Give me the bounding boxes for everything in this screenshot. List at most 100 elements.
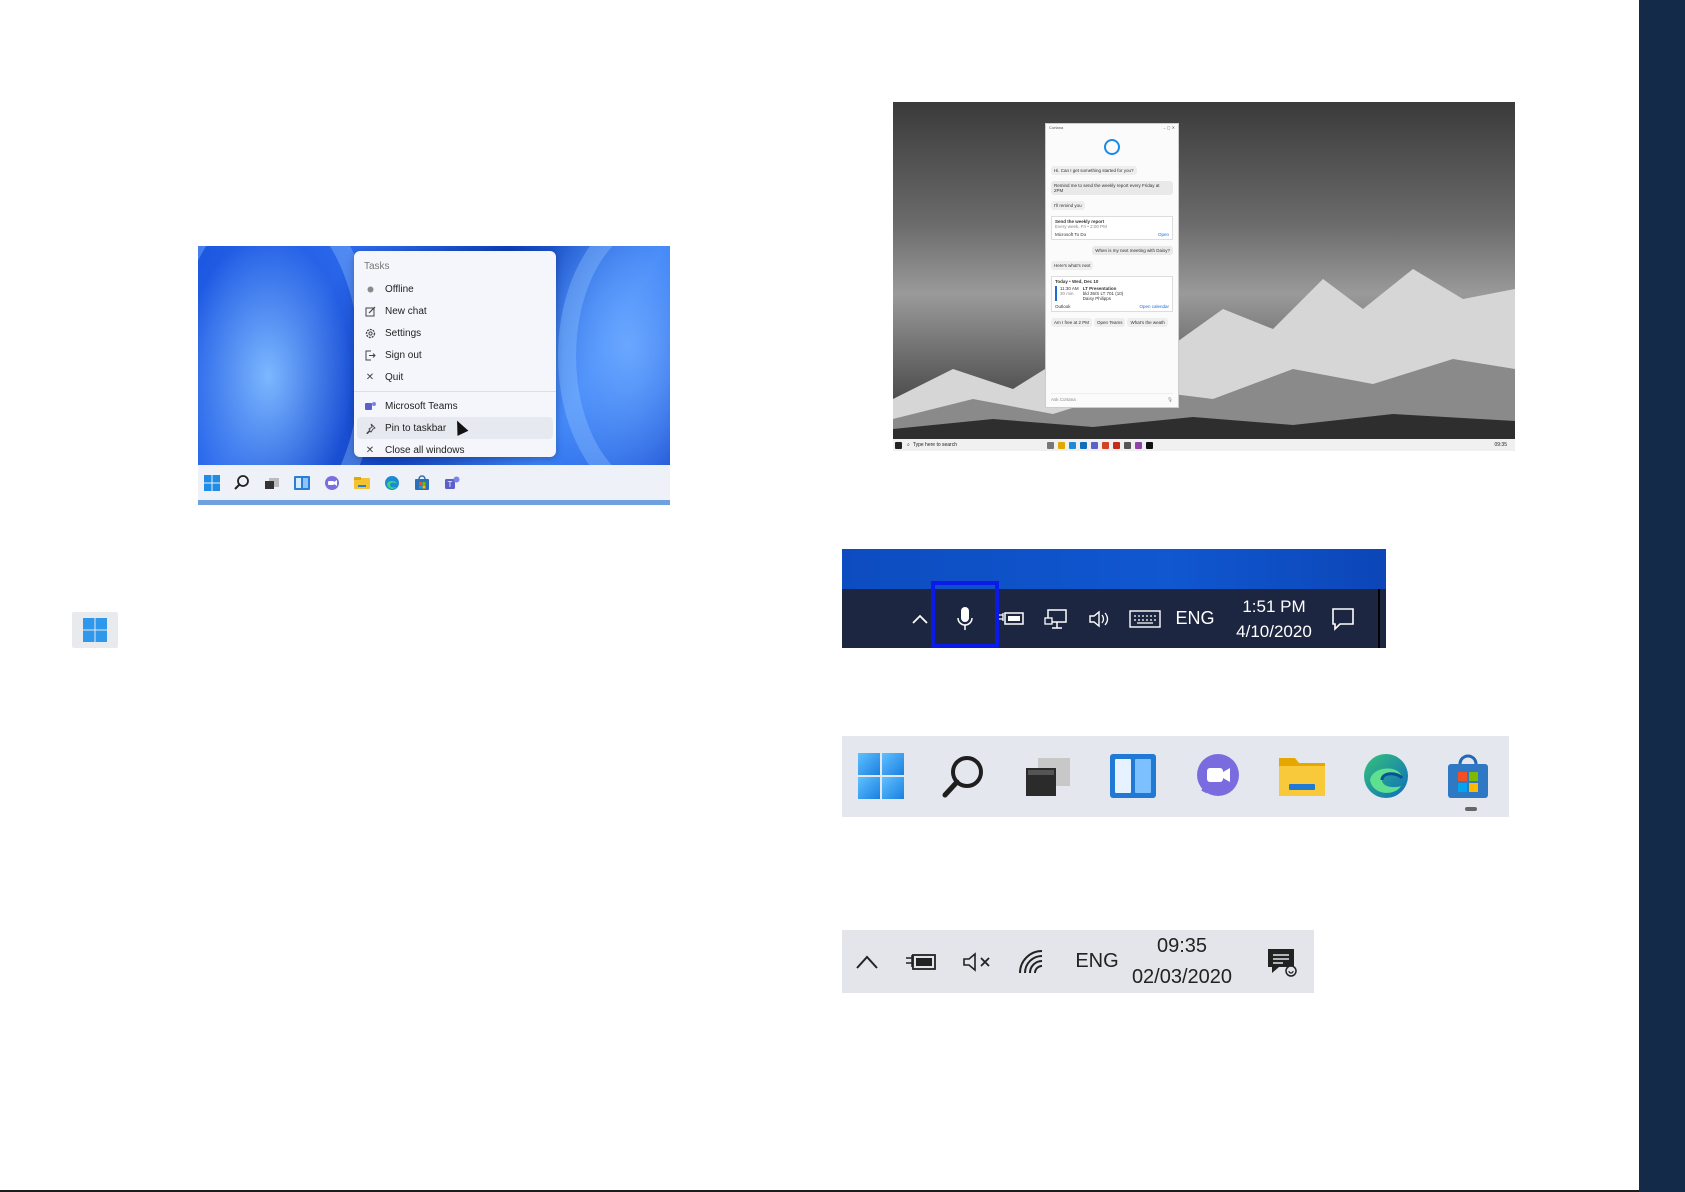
network-wired-icon[interactable] [1041, 589, 1071, 648]
volume-muted-icon[interactable] [960, 930, 996, 993]
input-language[interactable]: ENG [1070, 930, 1124, 993]
teams-icon [364, 400, 376, 412]
jump-item-quit[interactable]: ✕ Quit [354, 366, 556, 388]
action-center-icon[interactable] [1325, 589, 1361, 648]
show-hidden-icons-chevron-icon[interactable] [852, 930, 882, 993]
battery-charging-icon[interactable] [997, 589, 1027, 648]
teams-icon[interactable]: T [442, 473, 462, 493]
start-icon[interactable] [202, 473, 222, 493]
notifications-icon[interactable] [1262, 930, 1300, 993]
jump-item-new-chat[interactable]: New chat [354, 300, 556, 322]
taskbar-clock[interactable]: 09:35 [1494, 442, 1507, 448]
clock-date: 4/10/2020 [1236, 621, 1312, 641]
show-hidden-icons-chevron-icon[interactable] [908, 589, 932, 648]
edge-icon[interactable] [1360, 750, 1412, 802]
outlook-icon[interactable] [1079, 441, 1087, 449]
wifi-icon[interactable] [1015, 930, 1049, 993]
input-language[interactable]: ENG [1172, 589, 1218, 648]
powerpoint-icon[interactable] [1101, 441, 1109, 449]
pin-icon [364, 422, 376, 434]
reminder-open-link[interactable]: Open [1158, 232, 1169, 237]
chat-icon[interactable] [1192, 750, 1244, 802]
taskbar-search-text[interactable]: Type here to search [913, 442, 1033, 448]
search-icon[interactable] [232, 473, 252, 493]
win11-taskbar-small: T [198, 465, 670, 505]
store-icon[interactable] [1442, 750, 1494, 802]
app-icon[interactable] [1134, 441, 1142, 449]
meeting-open-link[interactable]: Open calendar [1139, 304, 1169, 309]
teams-icon[interactable] [1090, 441, 1098, 449]
win10-taskbar-small: ⌕ Type here to search 09:35 [893, 439, 1515, 451]
gear-icon[interactable] [1123, 441, 1131, 449]
edge-icon[interactable] [382, 473, 402, 493]
start-icon [83, 618, 107, 642]
suggestion-chip[interactable]: What's the weath [1127, 318, 1168, 327]
svg-text:T: T [448, 480, 453, 489]
cortana-message: I'll remind you [1051, 201, 1085, 210]
divider [354, 391, 556, 392]
meeting-app: Outlook [1055, 304, 1071, 309]
jump-item-label: Sign out [385, 349, 422, 361]
task-view-icon[interactable] [262, 473, 282, 493]
jump-item-offline[interactable]: Offline [354, 278, 556, 300]
start-icon[interactable] [895, 441, 902, 449]
app-icon[interactable] [1112, 441, 1120, 449]
user-message: Remind me to send the weekly report ever… [1051, 181, 1173, 195]
edge-icon[interactable] [1068, 441, 1076, 449]
cortana-screenshot: Cortana – ▢ ✕ Hi. Can I get something sta… [893, 102, 1515, 451]
clock-time: 09:35 [1156, 934, 1208, 957]
win10-tray-screenshot: ENG 1:51 PM 4/10/2020 [842, 549, 1386, 648]
running-indicator [1465, 807, 1477, 811]
highlight-box [931, 581, 999, 648]
slide: Tasks Offline New chat Settings Sign out… [0, 0, 1685, 1192]
jump-item-sign-out[interactable]: Sign out [354, 344, 556, 366]
reminder-subtitle: Every week, Fri • 2:00 PM [1055, 224, 1107, 229]
show-desktop-divider[interactable] [1378, 589, 1380, 648]
win11-taskbar-large [842, 736, 1509, 817]
jump-list-header: Tasks [364, 261, 390, 272]
jump-item-close-all-windows[interactable]: ✕ Close all windows [354, 439, 556, 461]
compose-icon [364, 305, 376, 317]
taskbar-clock[interactable]: 1:51 PM 4/10/2020 [1226, 589, 1322, 648]
chat-icon[interactable] [322, 473, 342, 493]
meeting-day: Today • Wed, Dec 10 [1055, 279, 1099, 284]
start-button[interactable] [72, 612, 118, 648]
taskbar-clock[interactable]: 09:35 02/03/2020 [1128, 930, 1236, 993]
battery-charging-icon[interactable] [905, 930, 939, 993]
clock-date: 02/03/2020 [1131, 965, 1233, 988]
store-icon[interactable] [1145, 441, 1153, 449]
store-icon[interactable] [412, 473, 432, 493]
volume-icon[interactable] [1085, 589, 1115, 648]
side-band [1639, 0, 1685, 1192]
search-icon[interactable]: ⌕ [907, 442, 910, 448]
meeting-duration: 30 min [1060, 291, 1074, 296]
microphone-icon[interactable]: 🎙 [1167, 397, 1173, 403]
task-view-icon[interactable] [1022, 750, 1074, 802]
widgets-icon[interactable] [1107, 750, 1159, 802]
jump-item-microsoft-teams[interactable]: Microsoft Teams [354, 395, 556, 417]
cortana-titlebar: Cortana – ▢ ✕ [1049, 125, 1175, 130]
file-explorer-icon[interactable] [352, 473, 372, 493]
meeting-card[interactable]: Today • Wed, Dec 10 11:30 AM 30 min LT Pr… [1051, 276, 1173, 312]
suggestion-chip[interactable]: Am I free at 2 PM [1051, 318, 1093, 327]
jump-item-settings[interactable]: Settings [354, 322, 556, 344]
ask-cortana-input[interactable]: Ask Cortana 🎙 [1051, 393, 1173, 403]
file-explorer-icon[interactable] [1057, 441, 1065, 449]
touch-keyboard-icon[interactable] [1128, 589, 1162, 648]
file-explorer-icon[interactable] [1276, 750, 1328, 802]
suggestion-chip[interactable]: Open Teams [1094, 318, 1126, 327]
task-view-icon[interactable] [1046, 441, 1054, 449]
search-icon[interactable] [938, 750, 990, 802]
reminder-card[interactable]: Send the weekly report Every week, Fri •… [1051, 216, 1173, 240]
jump-item-label: Pin to taskbar [385, 422, 447, 434]
start-icon[interactable] [855, 750, 907, 802]
close-icon: ✕ [365, 371, 375, 383]
mountain-wallpaper [893, 269, 1515, 439]
jump-item-label: New chat [385, 305, 427, 317]
clock-time: 1:51 PM [1242, 596, 1306, 616]
sign-out-icon [364, 349, 376, 361]
jump-item-label: Close all windows [385, 444, 465, 456]
widgets-icon[interactable] [292, 473, 312, 493]
reminder-app: Microsoft To Do [1055, 232, 1087, 237]
ask-cortana-placeholder: Ask Cortana [1051, 397, 1076, 402]
